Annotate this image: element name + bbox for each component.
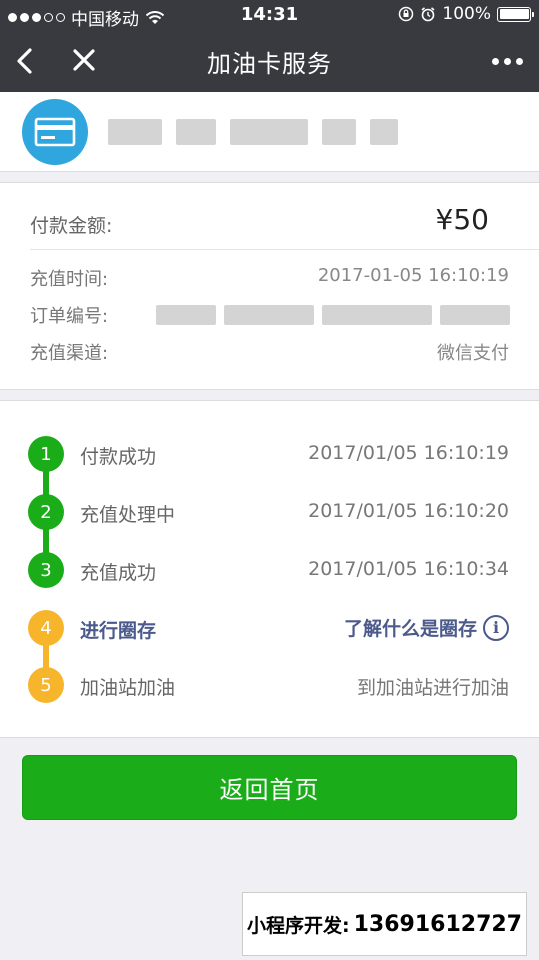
step-payment-success: 1 付款成功 2017/01/05 16:10:19	[0, 436, 539, 474]
step-refuel: 5 加油站加油 到加油站进行加油	[0, 667, 539, 705]
amount-row: 付款金额: ¥50	[30, 203, 509, 243]
battery-percent: 100%	[442, 4, 491, 24]
divider	[30, 249, 539, 250]
step-label: 充值处理中	[80, 504, 176, 526]
recharge-time-row: 充值时间: 2017-01-05 16:10:19	[30, 265, 509, 295]
battery-icon	[497, 6, 534, 22]
step-time: 2017/01/05 16:10:19	[308, 442, 509, 464]
alarm-icon	[421, 7, 435, 22]
fuel-card-logo	[22, 99, 88, 165]
step-number: 3	[28, 552, 64, 588]
watermark-phone: 13691612727	[353, 911, 522, 937]
redacted-order-number	[156, 305, 510, 325]
step-label: 进行圈存	[80, 620, 157, 642]
recharge-time-value: 2017-01-05 16:10:19	[317, 265, 509, 286]
recharge-time-label: 充值时间:	[30, 269, 109, 290]
step-label: 充值成功	[80, 562, 157, 584]
more-dot-icon	[491, 57, 499, 65]
more-dot-icon	[515, 57, 523, 65]
payment-details: 付款金额: ¥50 充值时间: 2017-01-05 16:10:19 订单编号…	[0, 182, 539, 390]
status-right: 100%	[398, 4, 534, 24]
channel-label: 充值渠道:	[30, 343, 109, 364]
more-dot-icon	[503, 57, 511, 65]
credit-card-icon	[34, 117, 76, 147]
channel-row: 充值渠道: 微信支付	[30, 339, 509, 369]
back-to-home-button[interactable]: 返回首页	[22, 755, 517, 820]
redacted-card-name	[108, 119, 398, 145]
step-processing: 2 充值处理中 2017/01/05 16:10:20	[0, 494, 539, 532]
developer-watermark: 小程序开发: 13691612727	[242, 892, 527, 956]
nav-bar: 加油卡服务	[0, 30, 539, 92]
order-number-label: 订单编号:	[30, 306, 109, 327]
step-load-card: 4 进行圈存 了解什么是圈存 i	[0, 610, 539, 648]
amount-label: 付款金额:	[30, 215, 113, 237]
step-number: 1	[28, 436, 64, 472]
step-time: 2017/01/05 16:10:34	[308, 558, 509, 580]
orientation-lock-icon	[399, 6, 414, 22]
step-number: 4	[28, 610, 64, 646]
merchant-header	[0, 92, 539, 172]
step-number: 5	[28, 667, 64, 703]
status-bar: 中国移动 14:31 100%	[0, 0, 539, 30]
step-number: 2	[28, 494, 64, 530]
step-time: 2017/01/05 16:10:20	[308, 500, 509, 522]
step-recharge-success: 3 充值成功 2017/01/05 16:10:34	[0, 552, 539, 590]
step-label: 付款成功	[80, 446, 157, 468]
progress-timeline: 1 付款成功 2017/01/05 16:10:19 2 充值处理中 2017/…	[0, 400, 539, 738]
info-icon: i	[483, 614, 509, 641]
step-label: 加油站加油	[80, 677, 176, 699]
amount-value: ¥50	[435, 203, 489, 236]
order-number-row: 订单编号:	[30, 302, 510, 332]
page-title: 加油卡服务	[207, 50, 332, 78]
more-menu-button[interactable]	[487, 46, 527, 76]
learn-load-card-text: 了解什么是圈存	[343, 618, 477, 640]
learn-load-card-link[interactable]: 了解什么是圈存 i	[344, 614, 509, 641]
channel-value: 微信支付	[437, 343, 509, 364]
watermark-label: 小程序开发:	[247, 914, 350, 937]
step-hint: 到加油站进行加油	[356, 677, 509, 699]
